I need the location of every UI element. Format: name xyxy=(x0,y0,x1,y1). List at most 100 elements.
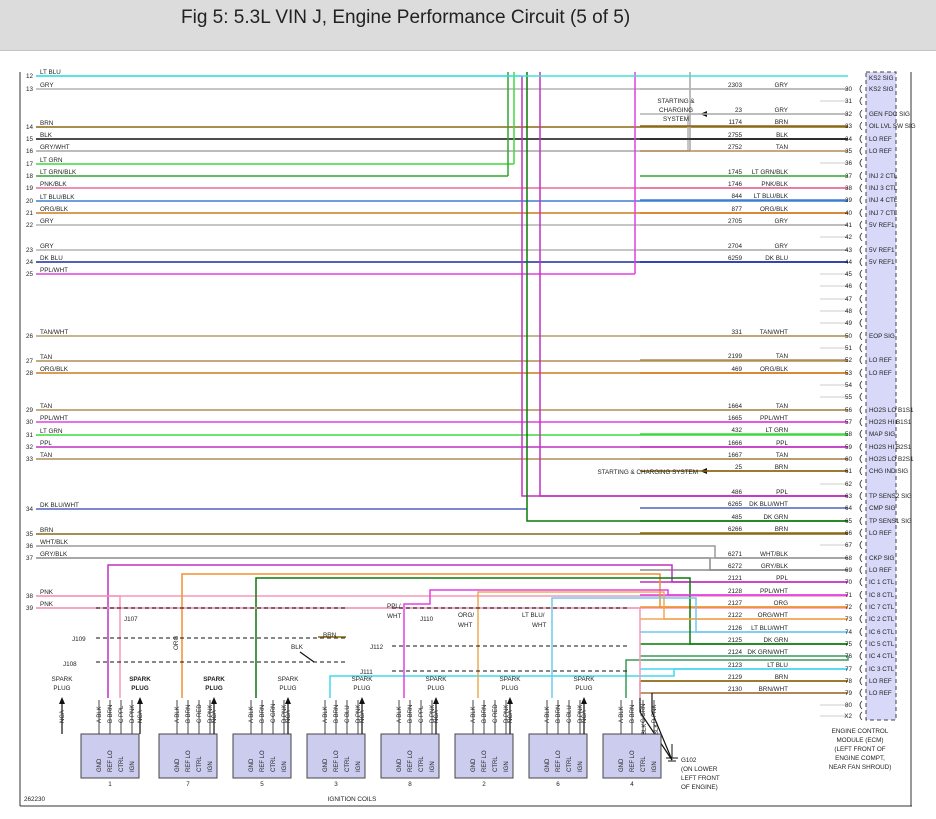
ecm-pin-number: 70 xyxy=(845,579,853,586)
left-row-number: 32 xyxy=(26,444,34,451)
coil-pin-top-label: C PPL xyxy=(119,705,125,723)
ecm-pin-terminal xyxy=(859,565,863,575)
ecm-signal-name: LO REF xyxy=(869,530,892,537)
ecm-pin-terminal xyxy=(859,503,863,513)
left-row-wire-color: DK BLU/WHT xyxy=(40,502,79,509)
ecm-pin-number: 38 xyxy=(845,185,853,192)
wire-color-tag: BLK xyxy=(291,644,304,651)
ecm-pin-terminal xyxy=(859,540,863,550)
spark-plug-arrow xyxy=(433,697,439,704)
spark-plug-label: PLUG xyxy=(427,685,444,692)
ecm-pin-number: 60 xyxy=(845,456,853,463)
ecm-pin-terminal xyxy=(859,614,863,624)
coil-pin-bottom-label: GND xyxy=(97,758,103,772)
left-row-number: 29 xyxy=(26,407,34,414)
ecm-wire-color: TAN xyxy=(776,353,789,360)
coil-nca-label: NCA xyxy=(212,710,218,723)
coil-pin-bottom-label: IGN xyxy=(282,761,288,772)
left-row-wire-color: LT BLU/BLK xyxy=(40,194,75,201)
ecm-pin-terminal xyxy=(859,688,863,698)
coil-pin-bottom-label: IGN xyxy=(208,761,214,772)
ecm-pin-terminal xyxy=(859,146,863,156)
ecm-pin-terminal xyxy=(859,429,863,439)
ecm-caption-line: MODULE (ECM) xyxy=(837,737,884,744)
coil-pin-bottom-label: IGN xyxy=(430,761,436,772)
left-row-number: 24 xyxy=(26,259,34,266)
ecm-circuit-number: 469 xyxy=(731,366,742,373)
ecm-pin-number: 54 xyxy=(845,382,853,389)
starting-system-label: SYSTEM xyxy=(663,116,689,123)
ecm-circuit-number: 1665 xyxy=(728,415,743,422)
left-row-wire-color: GRY xyxy=(40,82,54,89)
ecm-wire-color: LT GRN/BLK xyxy=(752,169,789,176)
ecm-pin-terminal xyxy=(859,331,863,341)
coil-pin-bottom-label: GND xyxy=(175,758,181,772)
ecm-wire-color: BLK xyxy=(776,132,789,139)
ecm-pin-terminal xyxy=(859,700,863,710)
coil-cylinder-number: 2 xyxy=(482,781,486,788)
ecm-pin-terminal xyxy=(859,392,863,402)
coil-pin-top-label: C PPL xyxy=(419,705,425,723)
ecm-circuit-number: 2303 xyxy=(728,82,743,89)
wire-route-gry-gen xyxy=(687,113,848,151)
ecm-pin-number: 32 xyxy=(845,111,853,118)
ecm-circuit-number: 877 xyxy=(731,206,742,213)
ecm-pin-number: 37 xyxy=(845,173,853,180)
ecm-pin-terminal xyxy=(859,676,863,686)
junction-label: J109 xyxy=(72,636,86,643)
ecm-signal-name: LO REF xyxy=(869,136,892,143)
ecm-signal-name: LO REF xyxy=(869,357,892,364)
ecm-pin-terminal xyxy=(859,651,863,661)
ecm-pin-number: 44 xyxy=(845,259,853,266)
coil-pin-bottom-label: CTRL xyxy=(119,756,125,772)
ecm-pin-number: 69 xyxy=(845,567,853,574)
ecm-pin-terminal xyxy=(859,627,863,637)
ecm-wire-color: BRN xyxy=(775,674,789,681)
ecm-wire-color: GRY xyxy=(774,82,788,89)
ecm-pin-number: 56 xyxy=(845,407,853,414)
coil-nca-label: NCA xyxy=(360,710,366,723)
ecm-caption-line: (LEFT FRONT OF xyxy=(834,746,885,753)
ecm-circuit-number: 2752 xyxy=(728,144,743,151)
coil-pin-top-label: D PNK xyxy=(130,705,136,723)
left-row-wire-color: PNK xyxy=(40,589,54,596)
ecm-pin-number: 68 xyxy=(845,555,853,562)
ecm-signal-name: INJ 4 CTL xyxy=(869,197,898,204)
ecm-pin-terminal xyxy=(859,195,863,205)
ecm-signal-name: INJ 7 CTL xyxy=(869,210,898,217)
ecm-pin-number: 53 xyxy=(845,370,853,377)
ecm-circuit-number: 23 xyxy=(735,107,743,114)
ecm-signal-name: MAP SIG xyxy=(869,431,895,438)
ecm-circuit-number: 844 xyxy=(731,193,742,200)
ecm-signal-name: TP SENS2 SIG xyxy=(869,493,912,500)
ecm-pin-terminal xyxy=(859,405,863,415)
coil-pin-bottom-label: CTRL xyxy=(271,756,277,772)
ecm-caption-line: ENGINE COMPT, xyxy=(835,755,885,762)
left-row-number: 34 xyxy=(26,506,34,513)
ecm-pin-terminal xyxy=(859,417,863,427)
ecm-wire-color: PPL/WHT xyxy=(760,415,788,422)
ecm-pin-terminal xyxy=(859,590,863,600)
ecm-circuit-number: 6272 xyxy=(728,563,743,570)
coil-nca-label: NCA xyxy=(434,710,440,723)
coil-pin-bottom-label: GND xyxy=(471,758,477,772)
wire-color-tag: WHT xyxy=(387,613,401,620)
ecm-wire-color: LT BLU/BLK xyxy=(754,193,789,200)
ecm-circuit-number: 2128 xyxy=(728,588,743,595)
ecm-pin-number: 42 xyxy=(845,234,853,241)
ecm-pin-number: 49 xyxy=(845,320,853,327)
ecm-signal-name: OIL LVL SW SIG xyxy=(869,123,916,130)
coil-pin-top-label: A BLK xyxy=(323,706,329,723)
ecm-signal-name: HO2S LO B2S1 xyxy=(869,456,914,463)
coil-pin-bottom-label: IGN xyxy=(504,761,510,772)
ecm-signal-name: CHG IND SIG xyxy=(869,468,908,475)
ecm-pin-terminal xyxy=(859,121,863,131)
ecm-pin-terminal xyxy=(859,368,863,378)
spark-plug-arrow xyxy=(581,697,587,704)
left-row-number: 23 xyxy=(26,247,34,254)
coil-pin-bottom-label: CTRL xyxy=(567,756,573,772)
left-row-wire-color: LT GRN xyxy=(40,428,63,435)
ecm-pin-terminal xyxy=(859,516,863,526)
wire-color-tag: WHT xyxy=(532,622,546,629)
ecm-pin-number: 65 xyxy=(845,518,853,525)
